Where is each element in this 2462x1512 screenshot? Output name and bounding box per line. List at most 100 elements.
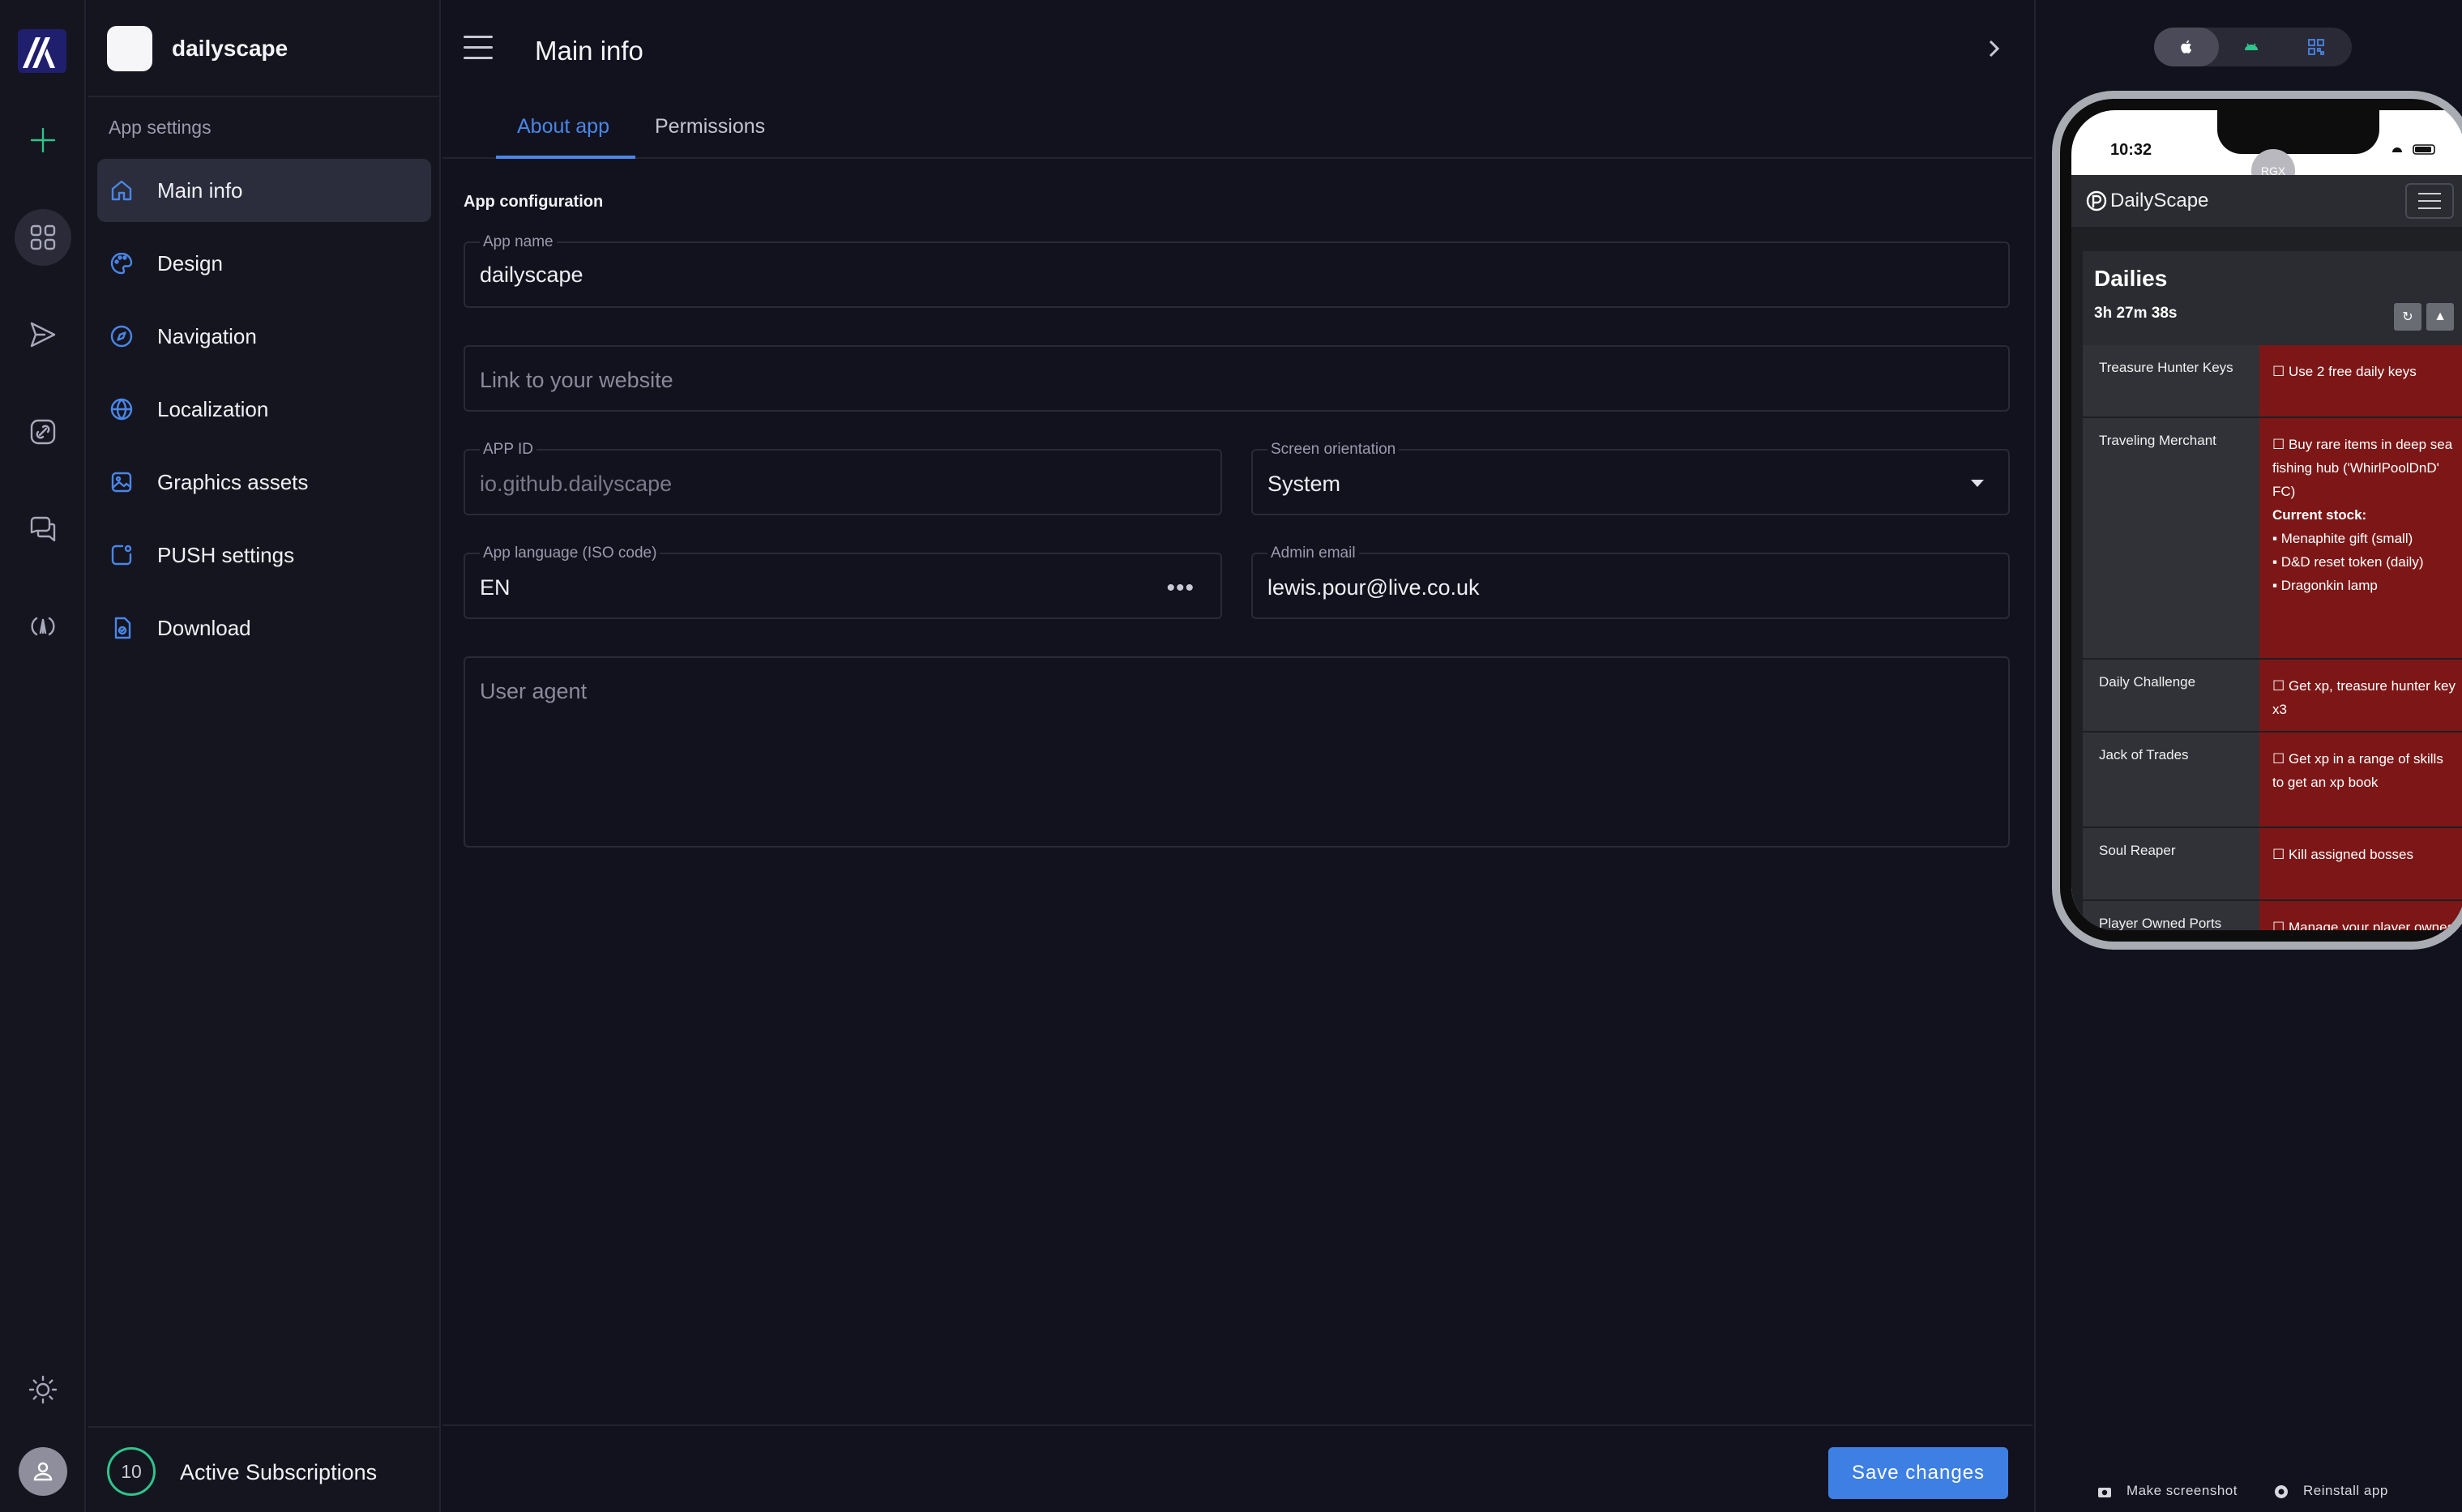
android-icon[interactable] xyxy=(2219,28,2284,66)
stock-item: ▪ D&D reset token (daily) xyxy=(2272,554,2424,570)
task-desc: ☐ Kill assigned bosses xyxy=(2259,828,2462,899)
table-row[interactable]: Treasure Hunter Keys ☐ Use 2 free daily … xyxy=(2083,345,2462,418)
admin-email-field[interactable]: Admin email lewis.pour@live.co.uk xyxy=(1251,545,2010,619)
subscriptions-count: 10 xyxy=(107,1447,156,1496)
app-id-field: APP ID io.github.dailyscape xyxy=(464,441,1222,515)
hamburger-menu-icon[interactable] xyxy=(2405,183,2454,219)
field-label: Admin email xyxy=(1267,545,1359,562)
field-placeholder: User agent xyxy=(480,679,588,703)
compass-icon xyxy=(109,323,135,349)
field-placeholder: Link to your website xyxy=(480,368,673,392)
download-icon xyxy=(109,615,135,641)
more-options-icon[interactable]: ••• xyxy=(1166,576,1195,600)
app-header: dailyscape xyxy=(88,0,439,97)
table-row[interactable]: Traveling Merchant ☐ Buy rare items in d… xyxy=(2083,418,2462,660)
task-name: Player Owned Ports xyxy=(2083,901,2259,930)
tab-about-app[interactable]: About app xyxy=(517,115,609,139)
page-header: Main info xyxy=(442,0,2032,99)
field-label: App language (ISO code) xyxy=(480,545,660,562)
home-icon xyxy=(109,177,135,203)
task-name: Daily Challenge xyxy=(2083,660,2259,731)
language-field[interactable]: App language (ISO code) EN ••• xyxy=(464,545,1222,619)
sidebar-item-download[interactable]: Download xyxy=(97,596,431,660)
phone-frame: 10:32 RGX DailyScape Dailies 3h 27m 38s xyxy=(2052,91,2462,950)
platform-switch xyxy=(2154,28,2352,66)
menu-icon[interactable] xyxy=(464,36,493,62)
field-label: App name xyxy=(480,233,557,251)
make-screenshot-button[interactable]: Make screenshot xyxy=(2098,1483,2238,1499)
qr-icon[interactable] xyxy=(2284,28,2349,66)
link-icon[interactable] xyxy=(15,404,71,460)
active-tab-indicator xyxy=(496,156,635,159)
form-footer: Save changes xyxy=(442,1424,2032,1512)
sidebar-item-design[interactable]: Design xyxy=(97,232,431,295)
field-label: Screen orientation xyxy=(1267,441,1400,459)
broadcast-icon[interactable] xyxy=(15,598,71,655)
plus-icon[interactable] xyxy=(15,112,71,169)
sun-icon[interactable] xyxy=(15,1361,71,1418)
collapse-icon[interactable]: ▲ xyxy=(2426,303,2454,331)
field-value: EN xyxy=(480,575,511,600)
user-agent-textarea[interactable]: User agent xyxy=(464,656,2010,848)
phone-notch xyxy=(2217,110,2379,154)
settings-sidebar: dailyscape App settings Main info Design… xyxy=(88,0,441,1512)
phone-screen[interactable]: 10:32 RGX DailyScape Dailies 3h 27m 38s xyxy=(2071,110,2462,930)
task-name: Soul Reaper xyxy=(2083,828,2259,899)
task-details: ☐ Buy rare items in deep sea fishing hub… xyxy=(2259,418,2462,658)
site-logo-icon xyxy=(2086,190,2107,211)
active-subscriptions[interactable]: 10 Active Subscriptions xyxy=(88,1426,439,1512)
website-field[interactable]: Link to your website xyxy=(464,345,2010,412)
task-desc: ☐ Get xp in a range of skills to get an … xyxy=(2259,733,2462,826)
sidebar-item-label: Graphics assets xyxy=(157,470,309,494)
image-icon xyxy=(109,469,135,495)
stock-label: Current stock: xyxy=(2272,507,2367,523)
chevron-right-icon[interactable] xyxy=(1982,37,2005,60)
app-name-field[interactable]: App name dailyscape xyxy=(464,233,2010,308)
save-changes-button[interactable]: Save changes xyxy=(1828,1447,2008,1499)
table-row[interactable]: Daily Challenge ☐ Get xp, treasure hunte… xyxy=(2083,660,2462,733)
site-body: Dailies 3h 27m 38s ↻ ▲ Treasure Hunter K… xyxy=(2071,227,2462,930)
table-row[interactable]: Player Owned Ports ☐ Manage your player … xyxy=(2083,901,2462,930)
site-name: DailyScape xyxy=(2110,190,2209,211)
send-icon[interactable] xyxy=(15,306,71,363)
task-desc: ☐ Manage your player owned port xyxy=(2259,901,2462,930)
apple-icon[interactable] xyxy=(2154,28,2219,66)
table-row[interactable]: Jack of Trades ☐ Get xp in a range of sk… xyxy=(2083,733,2462,828)
sidebar-item-main-info[interactable]: Main info xyxy=(97,159,431,222)
icon-rail xyxy=(0,0,86,1512)
brand-logo-icon[interactable] xyxy=(18,29,66,73)
refresh-icon[interactable]: ↻ xyxy=(2394,303,2421,331)
sidebar-item-label: Download xyxy=(157,616,251,640)
device-preview: 10:32 RGX DailyScape Dailies 3h 27m 38s xyxy=(2034,0,2462,1512)
orientation-select[interactable]: Screen orientation System xyxy=(1251,441,2010,515)
user-avatar-icon[interactable] xyxy=(19,1447,67,1496)
push-icon xyxy=(109,542,135,568)
main-panel: Main info About app Permissions App conf… xyxy=(442,0,2032,1512)
task-desc: ☐ Use 2 free daily keys xyxy=(2259,345,2462,416)
task-desc: ☐ Get xp, treasure hunter key x3 xyxy=(2259,660,2462,731)
camera-icon xyxy=(2098,1488,2111,1497)
reinstall-icon xyxy=(2275,1485,2288,1498)
sidebar-item-navigation[interactable]: Navigation xyxy=(97,305,431,368)
stock-item: ▪ Dragonkin lamp xyxy=(2272,578,2378,593)
task-name: Treasure Hunter Keys xyxy=(2083,345,2259,416)
section-heading: App configuration xyxy=(464,193,604,211)
tab-bar: About app Permissions xyxy=(442,99,2032,159)
field-value: lewis.pour@live.co.uk xyxy=(1267,575,1480,600)
reinstall-app-button[interactable]: Reinstall app xyxy=(2275,1483,2388,1499)
sidebar-item-label: PUSH settings xyxy=(157,543,295,567)
status-icons xyxy=(2392,144,2435,155)
tab-permissions[interactable]: Permissions xyxy=(655,115,765,139)
sidebar-item-graphics-assets[interactable]: Graphics assets xyxy=(97,451,431,514)
apps-grid-icon[interactable] xyxy=(15,209,71,266)
page-title: Main info xyxy=(535,36,643,66)
sidebar-item-localization[interactable]: Localization xyxy=(97,378,431,441)
chat-icon[interactable] xyxy=(15,501,71,557)
sidebar-item-label: Navigation xyxy=(157,324,257,348)
field-value: io.github.dailyscape xyxy=(480,472,673,496)
sidebar-item-push-settings[interactable]: PUSH settings xyxy=(97,523,431,587)
table-row[interactable]: Soul Reaper ☐ Kill assigned bosses xyxy=(2083,828,2462,901)
field-label: APP ID xyxy=(480,441,536,459)
palette-icon xyxy=(109,250,135,276)
task-name: Traveling Merchant xyxy=(2083,418,2259,658)
